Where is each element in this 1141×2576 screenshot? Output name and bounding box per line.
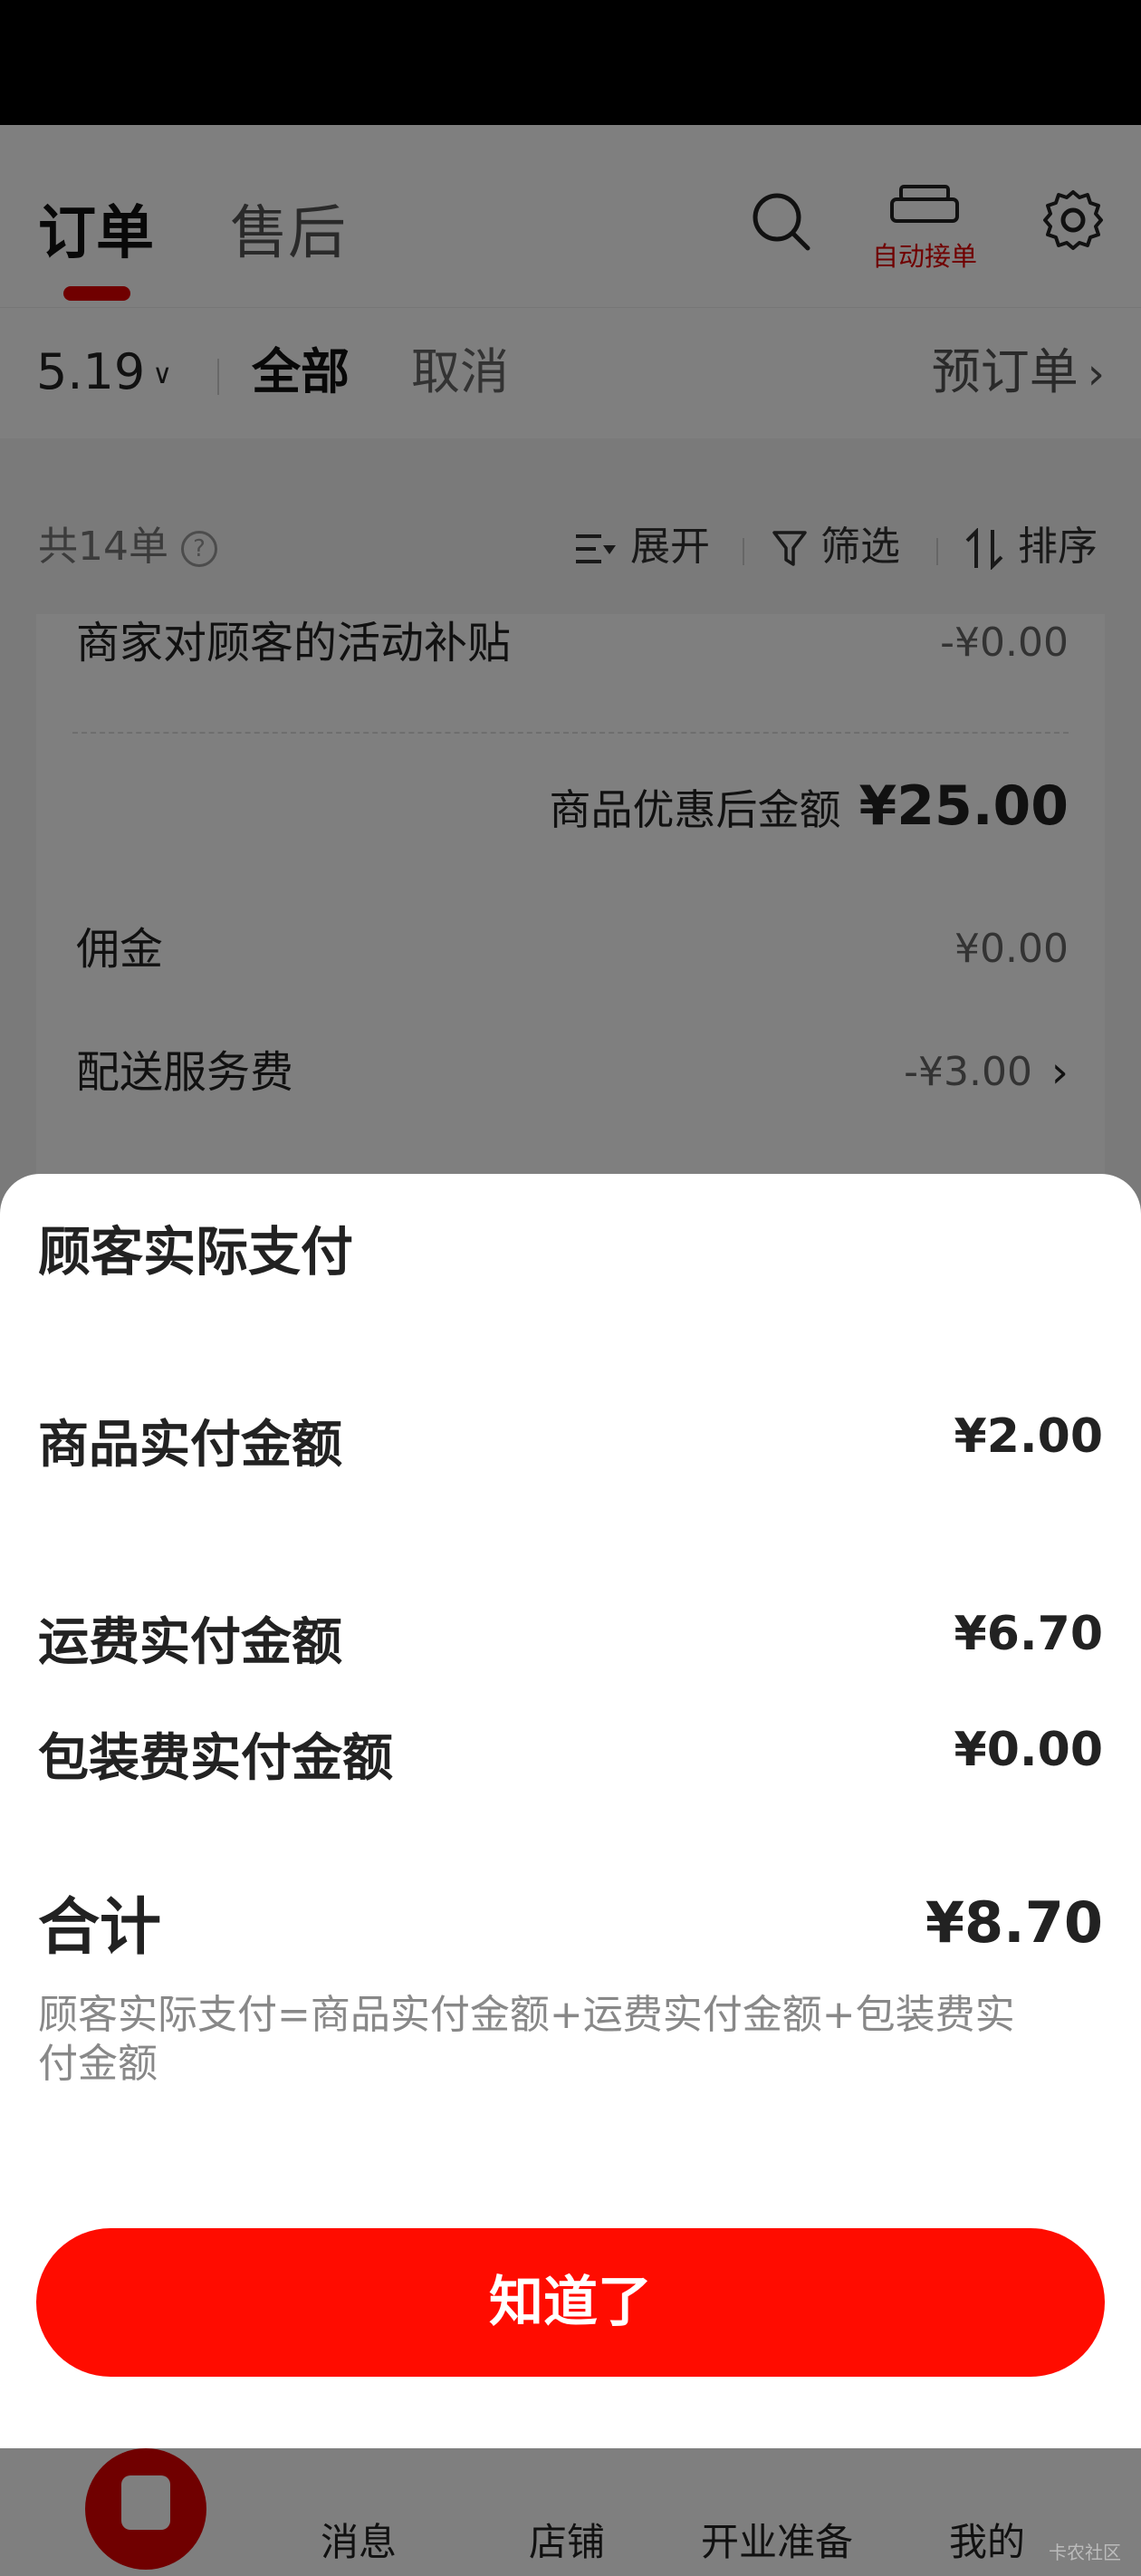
got-it-button[interactable]: 知道了 [36,2228,1105,2377]
total-label: 合计 [38,1892,162,1964]
payment-detail-sheet: 顾客实际支付 商品实付金额 ¥2.00 运费实付金额 ¥6.70 包装费实付金额… [0,1174,1141,2448]
freight-paid-label: 运费实付金额 [38,1613,342,1672]
goods-paid-label: 商品实付金额 [38,1416,342,1475]
goods-paid-row: 商品实付金额 ¥2.00 [38,1409,1103,1480]
watermark: 卡农社区 [1049,2542,1121,2563]
total-row: 合计 ¥8.70 [38,1888,1103,1969]
status-bar [0,0,1141,125]
packaging-paid-row: 包装费实付金额 ¥0.00 [38,1723,1103,1793]
total-value: ¥8.70 [925,1889,1103,1956]
sheet-title: 顾客实际支付 [38,1221,354,1283]
freight-paid-row: 运费实付金额 ¥6.70 [38,1607,1103,1677]
packaging-paid-label: 包装费实付金额 [38,1729,393,1788]
freight-paid-value: ¥6.70 [954,1607,1103,1661]
formula-note: 顾客实际支付=商品实付金额+运费实付金额+包装费实付金额 [38,1992,1015,2087]
goods-paid-value: ¥2.00 [954,1409,1103,1464]
packaging-paid-value: ¥0.00 [954,1723,1103,1777]
